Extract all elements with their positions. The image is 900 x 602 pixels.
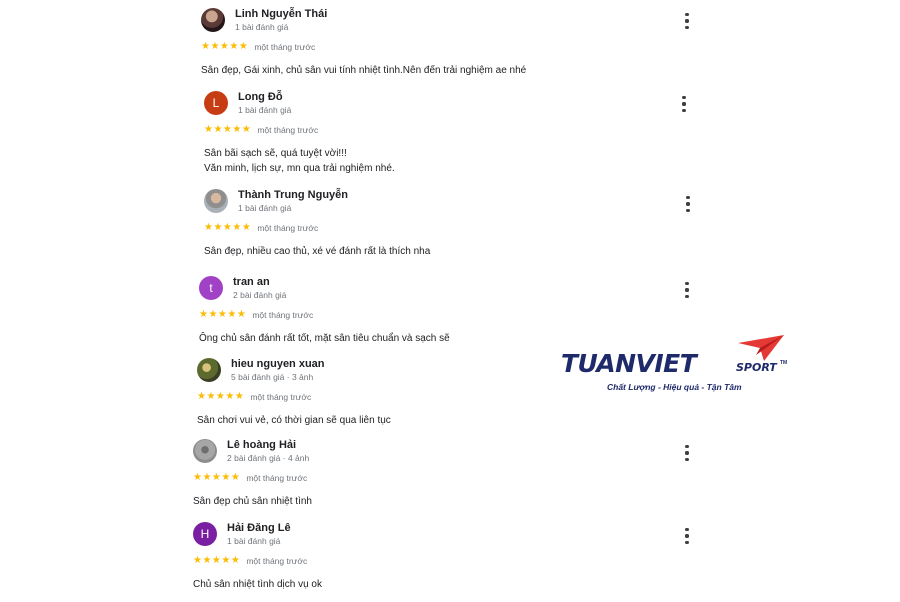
review-text: Chủ sân nhiệt tình dịch vụ ok	[193, 579, 322, 590]
avatar[interactable]: L	[204, 91, 228, 115]
review-time: một tháng trước	[257, 125, 319, 135]
review-time: một tháng trước	[246, 556, 308, 566]
review-time: một tháng trước	[250, 392, 312, 402]
avatar-letter: L	[212, 96, 220, 110]
review-time: một tháng trước	[254, 42, 316, 52]
rating-row: ★★★★★ một tháng trước	[199, 309, 313, 321]
review-time: một tháng trước	[257, 223, 319, 233]
review-text: Sân đẹp, nhiều cao thủ, xé vé đánh rất l…	[204, 246, 431, 257]
rating-row: ★★★★★ một tháng trước	[204, 124, 318, 136]
more-vert-icon[interactable]	[684, 13, 690, 29]
logo-tm: TM	[780, 360, 788, 366]
review-card: Lê hoàng Hải 2 bài đánh giá · 4 ảnh ★★★★…	[193, 439, 713, 519]
rating-row: ★★★★★ một tháng trước	[193, 472, 307, 484]
star-rating-icon: ★★★★★	[204, 222, 252, 233]
star-rating-icon: ★★★★★	[201, 41, 249, 52]
reviewer-name[interactable]: Thành Trung Nguyễn	[238, 189, 348, 201]
reviewer-meta: 2 bài đánh giá · 4 ảnh	[227, 453, 310, 463]
star-rating-icon: ★★★★★	[199, 309, 247, 320]
review-card: H Hải Đăng Lê 1 bài đánh giá ★★★★★ một t…	[193, 522, 713, 602]
rating-row: ★★★★★ một tháng trước	[201, 41, 315, 53]
review-card: Linh Nguyễn Thái 1 bài đánh giá ★★★★★ mộ…	[201, 8, 721, 88]
more-vert-icon[interactable]	[681, 96, 687, 112]
review-card: Thành Trung Nguyễn 1 bài đánh giá ★★★★★ …	[204, 189, 724, 269]
reviewer-meta: 1 bài đánh giá	[238, 105, 292, 115]
review-text: Sân bãi sạch sẽ, quá tuyệt vời!!! Văn mi…	[204, 148, 395, 174]
avatar-letter: H	[200, 527, 210, 541]
review-card: L Long Đỗ 1 bài đánh giá ★★★★★ một tháng…	[204, 91, 724, 174]
more-vert-icon[interactable]	[684, 445, 690, 461]
reviewer-name[interactable]: tran an	[233, 276, 270, 288]
review-text: Sân đẹp, Gái xinh, chủ sân vui tính nhiệ…	[201, 65, 527, 76]
reviewer-meta: 1 bài đánh giá	[235, 22, 289, 32]
avatar[interactable]	[201, 8, 225, 32]
more-vert-icon[interactable]	[685, 196, 691, 212]
rating-row: ★★★★★ một tháng trước	[193, 555, 307, 567]
avatar-letter: t	[209, 281, 213, 295]
star-rating-icon: ★★★★★	[204, 124, 252, 135]
reviewer-name[interactable]: hieu nguyen xuan	[231, 358, 325, 370]
rating-row: ★★★★★ một tháng trước	[197, 391, 311, 403]
review-text: Sân đẹp chủ sân nhiệt tình	[193, 496, 312, 507]
review-time: một tháng trước	[252, 310, 314, 320]
star-rating-icon: ★★★★★	[193, 555, 241, 566]
tuanviet-sport-logo: TUANVIET SPORT TM Chất Lượng - Hiệu quả …	[558, 333, 798, 398]
reviewer-meta: 1 bài đánh giá	[227, 536, 281, 546]
more-vert-icon[interactable]	[684, 282, 690, 298]
review-text: Sân chơi vui vẻ, có thời gian sẽ qua liê…	[197, 415, 391, 426]
reviewer-meta: 5 bài đánh giá · 3 ảnh	[231, 372, 314, 382]
logo-sport: SPORT	[736, 361, 777, 374]
reviewer-name[interactable]: Linh Nguyễn Thái	[235, 8, 327, 20]
logo-brand: TUANVIET	[561, 349, 697, 378]
avatar[interactable]	[204, 189, 228, 213]
reviewer-meta: 1 bài đánh giá	[238, 203, 292, 213]
reviewer-name[interactable]: Hải Đăng Lê	[227, 522, 291, 534]
avatar[interactable]	[193, 439, 217, 463]
review-time: một tháng trước	[246, 473, 308, 483]
avatar[interactable]	[197, 358, 221, 382]
more-vert-icon[interactable]	[684, 528, 690, 544]
logo-slogan: Chất Lượng - Hiệu quả - Tận Tâm	[607, 382, 742, 392]
avatar[interactable]: t	[199, 276, 223, 300]
reviewer-name[interactable]: Lê hoàng Hải	[227, 439, 296, 451]
reviewer-name[interactable]: Long Đỗ	[238, 91, 283, 103]
paper-plane-icon	[738, 335, 784, 361]
star-rating-icon: ★★★★★	[193, 472, 241, 483]
star-rating-icon: ★★★★★	[197, 391, 245, 402]
avatar[interactable]: H	[193, 522, 217, 546]
rating-row: ★★★★★ một tháng trước	[204, 222, 318, 234]
reviewer-meta: 2 bài đánh giá	[233, 290, 287, 300]
